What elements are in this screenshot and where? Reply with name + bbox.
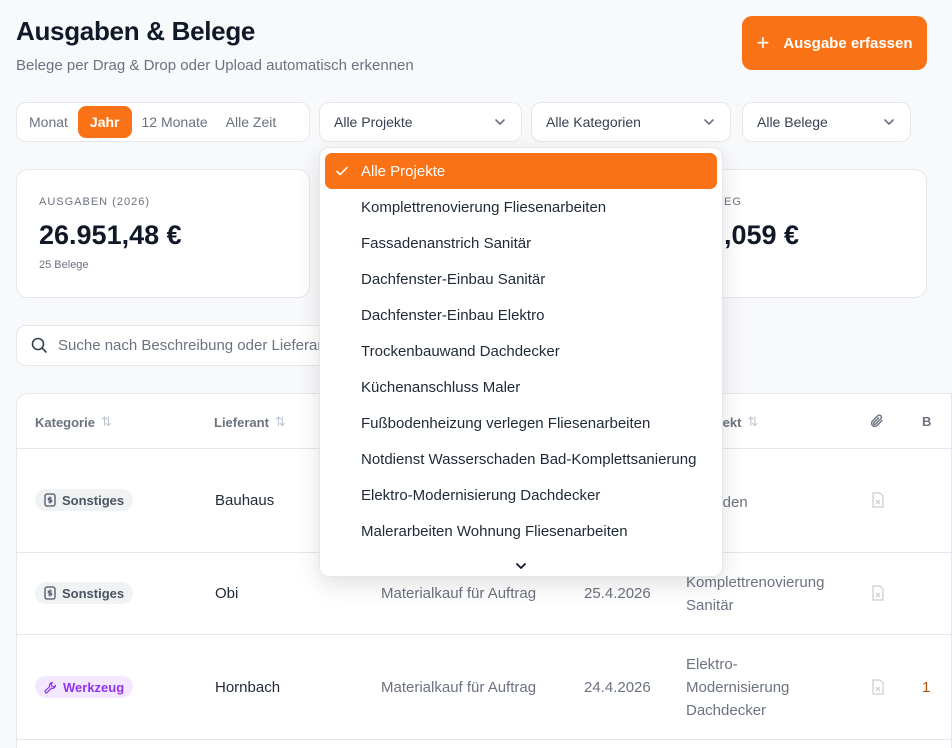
column-category-label: Kategorie	[35, 414, 95, 430]
search-icon	[31, 337, 47, 353]
missing-file-icon	[872, 492, 884, 508]
supplier-cell: Hornbach	[215, 679, 281, 696]
page-header: Ausgaben & Belege Belege per Drag & Drop…	[16, 16, 414, 74]
chevron-down-icon	[495, 119, 505, 125]
page-title: Ausgaben & Belege	[16, 16, 256, 46]
period-12-months[interactable]: 12 Monate	[134, 106, 216, 138]
dropdown-option-label: Dachfenster-Einbau Elektro	[361, 306, 545, 324]
add-expense-label: Ausgabe erfassen	[783, 34, 913, 52]
table-row[interactable]: Werkzeug Hornbach Materialkauf für Auftr…	[17, 635, 951, 740]
dropdown-option-label: Fußbodenheizung verlegen Fliesenarbeiten	[361, 414, 651, 432]
checkmark-icon	[336, 166, 348, 176]
chevron-down-icon	[884, 119, 894, 125]
category-badge: Sonstiges	[35, 489, 134, 511]
description-cell: Materialkauf für Auftrag	[381, 585, 537, 602]
amount-cell: 1	[922, 679, 931, 696]
column-category[interactable]: Kategorie ⇅	[35, 414, 112, 430]
dropdown-option[interactable]: Dachfenster-Einbau Sanitär	[325, 261, 717, 297]
sort-icon: ⇅	[747, 414, 759, 429]
category-label: Sonstiges	[62, 492, 125, 508]
dropdown-option-label: Elektro-Modernisierung Dachdecker	[361, 486, 601, 504]
column-project[interactable]: jekt ⇅	[719, 414, 758, 430]
period-year[interactable]: Jahr	[77, 106, 132, 138]
dropdown-option[interactable]: Komplettrenovierung Fliesenarbeiten	[325, 189, 717, 225]
dropdown-option-label: Notdienst Wasserschaden Bad-Komplettsani…	[361, 450, 697, 468]
dropdown-option-label: Küchenanschluss Maler	[361, 378, 521, 396]
search-placeholder: Suche nach Beschreibung oder Lieferant	[58, 337, 330, 354]
project-cell: Elektro- Modernisierung Dachdecker	[686, 653, 846, 722]
expenses-value: 26.951,48 €	[39, 220, 182, 250]
dropdown-option-label: Komplettrenovierung Fliesenarbeiten	[361, 198, 607, 216]
project-filter-value: Alle Projekte	[334, 114, 413, 130]
chevron-down-icon	[516, 563, 526, 569]
scroll-down-button[interactable]	[325, 549, 717, 583]
dropdown-option-label: Alle Projekte	[361, 162, 446, 180]
period-toggle: Monat Jahr 12 Monate Alle Zeit	[16, 102, 310, 142]
date-cell: 25.4.2026	[584, 585, 651, 602]
receipt-filter-value: Alle Belege	[757, 114, 828, 130]
category-filter-select[interactable]: Alle Kategorien	[531, 102, 731, 142]
add-expense-button[interactable]: + Ausgabe erfassen	[742, 16, 927, 70]
column-supplier-label: Lieferant	[214, 414, 269, 430]
plus-icon: +	[756, 30, 770, 55]
category-filter-value: Alle Kategorien	[546, 114, 641, 130]
category-badge: Werkzeug	[35, 676, 134, 698]
period-all-time[interactable]: Alle Zeit	[218, 106, 285, 138]
supplier-cell: Obi	[215, 585, 239, 602]
summary-label: EG	[724, 196, 742, 208]
search-input[interactable]: Suche nach Beschreibung oder Lieferant	[16, 325, 346, 366]
expenses-card: AUSGABEN (2026) 26.951,48 € 25 Belege	[16, 169, 310, 298]
dropdown-option[interactable]: Dachfenster-Einbau Elektro	[325, 297, 717, 333]
project-line: Dachdecker	[686, 702, 767, 719]
wrench-icon	[44, 681, 56, 693]
dropdown-option[interactable]: Elektro-Modernisierung Dachdecker	[325, 477, 717, 513]
column-supplier[interactable]: Lieferant ⇅	[214, 414, 286, 430]
missing-file-icon	[872, 679, 884, 695]
project-line: Elektro-	[686, 656, 738, 673]
receipt-icon	[44, 493, 56, 507]
dropdown-option[interactable]: Malerarbeiten Wohnung Fliesenarbeiten	[325, 513, 717, 549]
category-label: Sonstiges	[62, 585, 125, 601]
dropdown-option[interactable]: Trockenbauwand Dachdecker	[325, 333, 717, 369]
paperclip-icon	[870, 414, 883, 428]
project-line: Modernisierung	[686, 679, 790, 696]
dropdown-option-label: Trockenbauwand Dachdecker	[361, 342, 560, 360]
category-badge: Sonstiges	[35, 582, 134, 604]
date-cell: 24.4.2026	[584, 679, 651, 696]
period-month[interactable]: Monat	[21, 106, 76, 138]
column-last: B	[922, 414, 932, 429]
description-cell: Materialkauf für Auftrag	[381, 679, 537, 696]
summary-value: ,059 €	[724, 220, 800, 250]
project-filter-select[interactable]: Alle Projekte	[319, 102, 522, 142]
sort-icon: ⇅	[274, 414, 286, 429]
page-subtitle: Belege per Drag & Drop oder Upload autom…	[16, 57, 414, 74]
dropdown-option-label: Fassadenanstrich Sanitär	[361, 234, 532, 252]
receipt-icon	[44, 586, 56, 600]
category-label: Werkzeug	[63, 679, 125, 695]
supplier-cell: Bauhaus	[215, 492, 275, 509]
dropdown-option-label: Dachfenster-Einbau Sanitär	[361, 270, 546, 288]
chevron-down-icon	[704, 119, 714, 125]
dropdown-option-label: Malerarbeiten Wohnung Fliesenarbeiten	[361, 522, 628, 540]
dropdown-option[interactable]: Fassadenanstrich Sanitär	[325, 225, 717, 261]
dropdown-option[interactable]: Küchenanschluss Maler	[325, 369, 717, 405]
expenses-label: AUSGABEN (2026)	[39, 196, 150, 208]
project-dropdown-menu: Alle Projekte Komplettrenovierung Fliese…	[319, 147, 723, 577]
project-line: Sanitär	[686, 597, 734, 614]
sort-icon: ⇅	[100, 414, 112, 429]
dropdown-option[interactable]: Notdienst Wasserschaden Bad-Komplettsani…	[325, 441, 717, 477]
receipt-filter-select[interactable]: Alle Belege	[742, 102, 911, 142]
dropdown-option[interactable]: Fußbodenheizung verlegen Fliesenarbeiten	[325, 405, 717, 441]
missing-file-icon	[872, 585, 884, 601]
receipt-count: 25 Belege	[39, 259, 89, 271]
dropdown-option[interactable]: Alle Projekte	[325, 153, 717, 189]
